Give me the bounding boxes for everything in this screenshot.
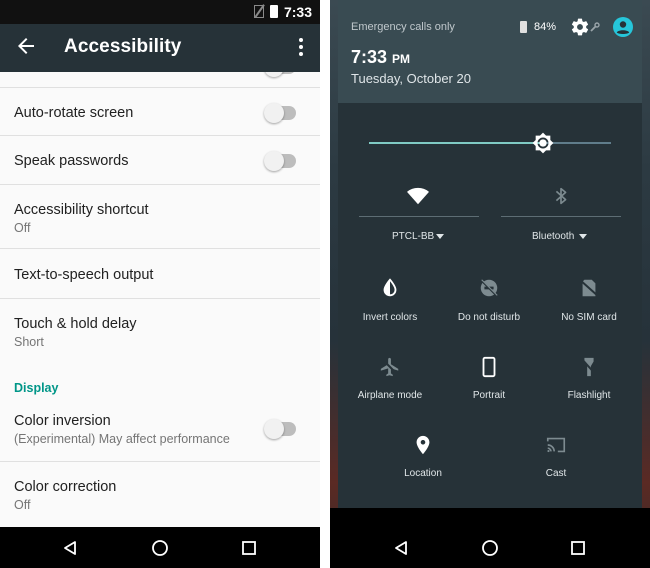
- bluetooth-label[interactable]: Bluetooth: [532, 231, 574, 242]
- color-inversion-toggle[interactable]: [264, 419, 296, 439]
- back-arrow-icon[interactable]: [14, 34, 38, 58]
- battery-icon: [520, 21, 527, 33]
- list-item-title: Color inversion: [14, 413, 111, 429]
- cast-icon[interactable]: [545, 434, 567, 456]
- list-item-color-inversion[interactable]: Color inversion (Experimental) May affec…: [0, 398, 320, 462]
- tile-label-cast: Cast: [545, 468, 567, 479]
- wifi-network-label[interactable]: PTCL-BB: [392, 231, 434, 242]
- nav-recents-icon[interactable]: [241, 540, 257, 556]
- invert-colors-icon[interactable]: [379, 277, 401, 299]
- nav-home-icon[interactable]: [481, 539, 499, 557]
- battery-percent: 84%: [534, 21, 557, 33]
- wifi-separator: [359, 216, 479, 217]
- tile-label-flashlight: Flashlight: [567, 390, 611, 401]
- brightness-icon[interactable]: [532, 132, 554, 154]
- notification-header: Emergency calls only 84% 7:33 PM Tuesday…: [338, 0, 642, 103]
- nav-recents-icon[interactable]: [570, 540, 586, 556]
- clock-ampm: PM: [392, 52, 411, 66]
- tile-label-location: Location: [404, 468, 442, 479]
- list-item-auto-rotate[interactable]: Auto-rotate screen: [0, 88, 320, 136]
- speak-passwords-toggle[interactable]: [264, 151, 296, 171]
- list-item-touch-hold-delay[interactable]: Touch & hold delay Short: [0, 299, 320, 363]
- page-title: Accessibility: [64, 36, 182, 57]
- portrait-icon[interactable]: [478, 356, 500, 378]
- list-item-title: Speak passwords: [14, 153, 129, 169]
- list-item-partial: [0, 72, 320, 88]
- bluetooth-separator: [501, 216, 621, 217]
- bluetooth-icon[interactable]: [550, 185, 572, 207]
- list-item-title: Auto-rotate screen: [14, 105, 134, 121]
- list-item-speak-passwords[interactable]: Speak passwords: [0, 136, 320, 185]
- tile-label-airplane-mode: Airplane mode: [357, 390, 423, 401]
- nav-back-icon[interactable]: [62, 540, 78, 556]
- list-item-title: Touch & hold delay: [14, 316, 137, 332]
- airplane-icon[interactable]: [379, 356, 401, 378]
- tile-label-invert-colors: Invert colors: [362, 312, 418, 323]
- list-item-title: Text-to-speech output: [14, 267, 154, 283]
- nav-home-icon[interactable]: [151, 539, 169, 557]
- nav-back-icon[interactable]: [393, 540, 409, 556]
- divider: [320, 0, 330, 568]
- carrier-status: Emergency calls only: [351, 21, 455, 33]
- list-item-subtitle: (Experimental) May affect performance: [14, 432, 230, 446]
- wifi-icon[interactable]: [407, 185, 429, 207]
- list-item-text-to-speech[interactable]: Text-to-speech output: [0, 249, 320, 299]
- quick-settings-screen: Emergency calls only 84% 7:33 PM Tuesday…: [330, 0, 650, 568]
- status-bar: 7:33: [0, 0, 320, 24]
- date: Tuesday, October 20: [351, 71, 471, 86]
- status-time: 7:33: [283, 4, 312, 20]
- brightness-track-filled[interactable]: [369, 142, 543, 144]
- list-item-accessibility-shortcut[interactable]: Accessibility shortcut Off: [0, 185, 320, 249]
- nav-bar: [0, 527, 320, 568]
- location-icon[interactable]: [412, 434, 434, 456]
- settings-list: Auto-rotate screen Speak passwords Acces…: [0, 72, 320, 527]
- tile-label-portrait: Portrait: [472, 390, 506, 401]
- bluetooth-dropdown-caret-icon[interactable]: [579, 234, 587, 239]
- section-header-display: Display: [14, 381, 59, 395]
- list-item-subtitle: Short: [14, 335, 44, 349]
- settings-gear-icon[interactable]: [570, 17, 590, 37]
- wifi-dropdown-caret-icon[interactable]: [436, 234, 444, 239]
- flashlight-icon[interactable]: [578, 356, 600, 378]
- do-not-disturb-icon[interactable]: [478, 277, 500, 299]
- auto-rotate-toggle[interactable]: [264, 103, 296, 123]
- quick-settings-panel: [338, 103, 642, 508]
- toggle[interactable]: [264, 72, 296, 77]
- list-item-subtitle: Off: [14, 498, 31, 512]
- tile-label-do-not-disturb: Do not disturb: [457, 312, 521, 323]
- tile-label-no-sim-card: No SIM card: [561, 312, 617, 323]
- more-options-icon[interactable]: [298, 38, 304, 58]
- list-item-color-correction[interactable]: Color correction Off: [0, 462, 320, 526]
- wrench-icon: [590, 22, 600, 32]
- app-bar: Accessibility: [0, 24, 320, 72]
- clock: 7:33 PM: [351, 47, 410, 68]
- battery-icon: [270, 5, 278, 18]
- no-sim-icon[interactable]: [578, 277, 600, 299]
- list-item-title: Accessibility shortcut: [14, 202, 149, 218]
- nav-bar: [330, 508, 650, 568]
- list-item-title: Color correction: [14, 479, 117, 495]
- user-avatar-icon[interactable]: [612, 16, 634, 38]
- list-item-subtitle: Off: [14, 221, 31, 235]
- accessibility-screen: 7:33 Accessibility Auto-rotate screen Sp…: [0, 0, 320, 568]
- clock-time: 7:33: [351, 47, 388, 67]
- no-sim-icon: [254, 5, 264, 18]
